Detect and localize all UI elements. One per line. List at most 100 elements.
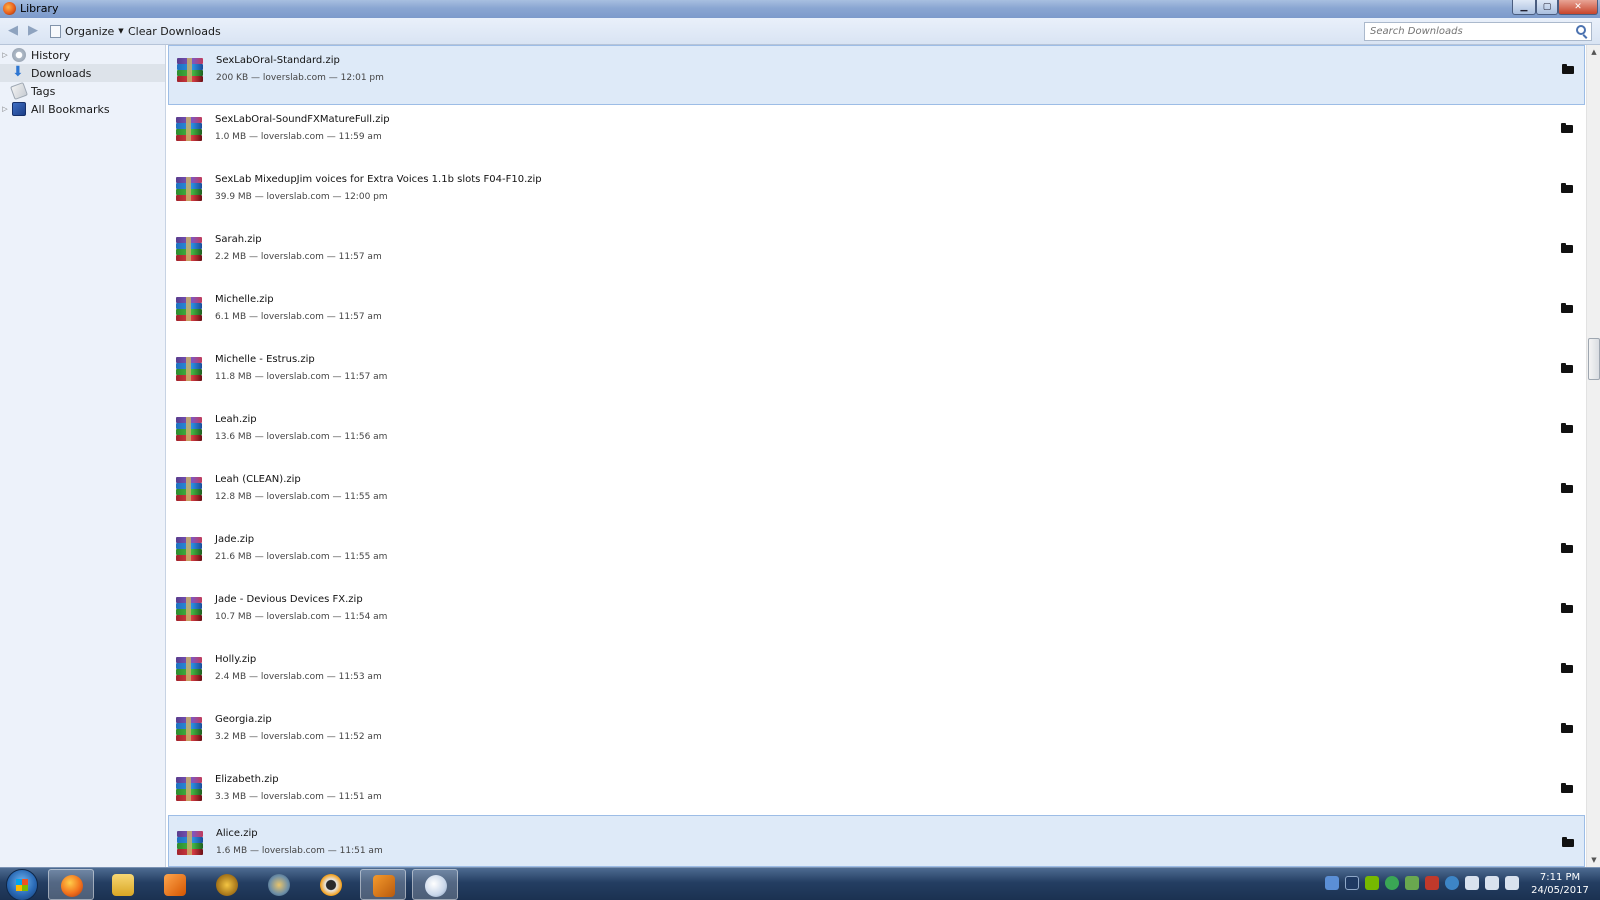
download-filename: Georgia.zip	[215, 714, 272, 725]
taskbar-explorer[interactable]	[100, 869, 146, 900]
open-folder-icon[interactable]	[1562, 837, 1574, 847]
taskbar-firefox[interactable]	[48, 869, 94, 900]
taskbar-wheel-app[interactable]	[256, 869, 302, 900]
archive-file-icon	[176, 597, 204, 621]
open-folder-icon[interactable]	[1562, 64, 1574, 74]
download-row[interactable]: Alice.zip 1.6 MB — loverslab.com — 11:51…	[168, 815, 1585, 867]
download-row[interactable]: SexLab MixedupJim voices for Extra Voice…	[168, 165, 1585, 225]
download-row[interactable]: Georgia.zip 3.2 MB — loverslab.com — 11:…	[168, 705, 1585, 765]
sidebar-item-label: All Bookmarks	[31, 102, 110, 116]
clear-downloads-button[interactable]: Clear Downloads	[128, 25, 221, 38]
window-title: Library	[20, 2, 59, 15]
search-icon[interactable]	[1576, 25, 1586, 35]
download-details: 21.6 MB — loverslab.com — 11:55 am	[215, 552, 388, 562]
download-row[interactable]: Leah (CLEAN).zip 12.8 MB — loverslab.com…	[168, 465, 1585, 525]
download-details: 1.6 MB — loverslab.com — 11:51 am	[216, 846, 383, 856]
sync-icon[interactable]	[1445, 876, 1459, 890]
download-filename: Alice.zip	[216, 828, 258, 839]
volume-icon[interactable]	[1485, 876, 1499, 890]
open-folder-icon[interactable]	[1561, 183, 1573, 193]
expand-arrow-icon[interactable]: ▷	[0, 51, 10, 59]
download-filename: Elizabeth.zip	[215, 774, 279, 785]
start-button[interactable]	[6, 869, 38, 900]
taskbar-paint[interactable]	[412, 869, 458, 900]
open-folder-icon[interactable]	[1561, 783, 1573, 793]
download-row[interactable]: Sarah.zip 2.2 MB — loverslab.com — 11:57…	[168, 225, 1585, 285]
nvidia-icon[interactable]	[1365, 876, 1379, 890]
archive-file-icon	[176, 417, 204, 441]
download-row[interactable]: SexLabOral-SoundFXMatureFull.zip 1.0 MB …	[168, 105, 1585, 165]
download-details: 200 KB — loverslab.com — 12:01 pm	[216, 73, 384, 83]
tray-app-icon[interactable]	[1325, 876, 1339, 890]
minimize-button[interactable]: ▁	[1512, 0, 1536, 15]
sidebar-item-history[interactable]: ▷ History	[0, 46, 165, 64]
taskbar-overwatch[interactable]	[308, 869, 354, 900]
x-app-icon	[373, 875, 395, 897]
download-row[interactable]: Jade.zip 21.6 MB — loverslab.com — 11:55…	[168, 525, 1585, 585]
taskbar-x-app[interactable]	[360, 869, 406, 900]
downloads-icon	[12, 64, 26, 80]
download-details: 3.3 MB — loverslab.com — 11:51 am	[215, 792, 382, 802]
scroll-up-icon[interactable]: ▲	[1587, 45, 1600, 59]
download-row[interactable]: SexLabOral-Standard.zip 200 KB — loversl…	[168, 45, 1585, 105]
sidebar-item-downloads[interactable]: Downloads	[0, 64, 165, 82]
archive-file-icon	[177, 58, 205, 82]
update-icon[interactable]	[1405, 876, 1419, 890]
system-tray	[1325, 876, 1519, 890]
download-details: 3.2 MB — loverslab.com — 11:52 am	[215, 732, 382, 742]
steam-icon[interactable]	[1345, 876, 1359, 890]
system-clock[interactable]: 7:11 PM 24/05/2017	[1528, 871, 1592, 897]
taskbar-warcraft[interactable]	[204, 869, 250, 900]
sidebar-item-tags[interactable]: Tags	[0, 82, 165, 100]
archive-file-icon	[176, 477, 204, 501]
vertical-scrollbar[interactable]: ▲ ▼	[1586, 45, 1600, 867]
security-icon[interactable]	[1385, 876, 1399, 890]
download-row[interactable]: Michelle - Estrus.zip 11.8 MB — loversla…	[168, 345, 1585, 405]
download-details: 6.1 MB — loverslab.com — 11:57 am	[215, 312, 382, 322]
warcraft-icon	[216, 874, 238, 896]
download-filename: SexLabOral-SoundFXMatureFull.zip	[215, 114, 390, 125]
open-folder-icon[interactable]	[1561, 243, 1573, 253]
back-arrow-icon[interactable]: ◀	[6, 24, 20, 38]
expand-arrow-icon[interactable]: ▷	[0, 105, 10, 113]
history-icon	[12, 48, 26, 62]
search-input[interactable]	[1364, 22, 1592, 41]
download-row[interactable]: Jade - Devious Devices FX.zip 10.7 MB — …	[168, 585, 1585, 645]
archive-file-icon	[176, 297, 204, 321]
open-folder-icon[interactable]	[1561, 363, 1573, 373]
scrollbar-thumb[interactable]	[1588, 338, 1600, 380]
scroll-down-icon[interactable]: ▼	[1587, 853, 1600, 867]
action-center-flag-icon[interactable]	[1505, 876, 1519, 890]
open-folder-icon[interactable]	[1561, 423, 1573, 433]
download-row[interactable]: Leah.zip 13.6 MB — loverslab.com — 11:56…	[168, 405, 1585, 465]
taskbar-media-player[interactable]	[152, 869, 198, 900]
forward-arrow-icon[interactable]: ▶	[26, 24, 40, 38]
open-folder-icon[interactable]	[1561, 663, 1573, 673]
download-filename: Holly.zip	[215, 654, 257, 665]
download-details: 10.7 MB — loverslab.com — 11:54 am	[215, 612, 388, 622]
clock-date: 24/05/2017	[1531, 885, 1589, 896]
open-folder-icon[interactable]	[1561, 603, 1573, 613]
title-bar[interactable]: Library ▁ ▢ ✕	[0, 0, 1600, 18]
speaker-warning-icon[interactable]	[1425, 876, 1439, 890]
download-row[interactable]: Holly.zip 2.4 MB — loverslab.com — 11:53…	[168, 645, 1585, 705]
network-icon[interactable]	[1465, 876, 1479, 890]
open-folder-icon[interactable]	[1561, 303, 1573, 313]
close-button[interactable]: ✕	[1558, 0, 1598, 15]
maximize-button[interactable]: ▢	[1536, 0, 1558, 15]
open-folder-icon[interactable]	[1561, 483, 1573, 493]
open-folder-icon[interactable]	[1561, 723, 1573, 733]
open-folder-icon[interactable]	[1561, 123, 1573, 133]
organize-icon	[50, 24, 61, 38]
sidebar-item-label: History	[31, 48, 71, 62]
organize-button[interactable]: Organize ▼	[50, 23, 124, 39]
sidebar-item-label: Downloads	[31, 66, 92, 80]
archive-file-icon	[176, 717, 204, 741]
download-row[interactable]: Michelle.zip 6.1 MB — loverslab.com — 11…	[168, 285, 1585, 345]
downloads-list[interactable]: SexLabOral-Standard.zip 200 KB — loversl…	[168, 45, 1585, 867]
download-filename: Sarah.zip	[215, 234, 262, 245]
sidebar-item-all-bookmarks[interactable]: ▷ All Bookmarks	[0, 100, 165, 118]
open-folder-icon[interactable]	[1561, 543, 1573, 553]
download-details: 13.6 MB — loverslab.com — 11:56 am	[215, 432, 388, 442]
archive-file-icon	[177, 831, 205, 855]
